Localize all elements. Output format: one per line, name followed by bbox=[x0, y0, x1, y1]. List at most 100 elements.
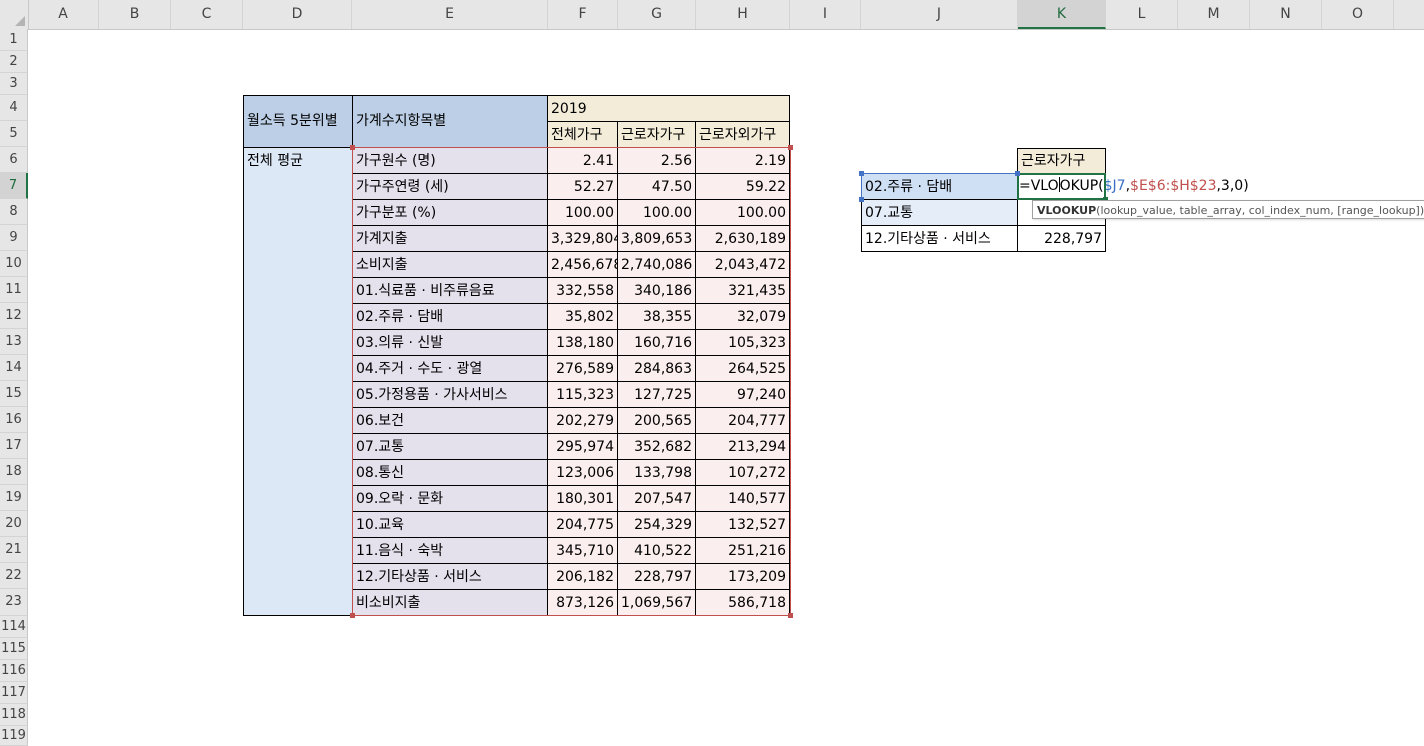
table-cell-value[interactable]: 180,301 bbox=[547, 485, 618, 512]
table-cell-value[interactable]: 200,565 bbox=[617, 407, 696, 434]
table-cell-value[interactable]: 276,589 bbox=[547, 355, 618, 382]
row-header-119[interactable]: 119 bbox=[0, 726, 28, 746]
row-header-114[interactable]: 114 bbox=[0, 616, 28, 638]
row-header-18[interactable]: 18 bbox=[0, 459, 28, 485]
cell-K6-header[interactable]: 근로자가구 bbox=[1017, 148, 1106, 174]
table-cell-value[interactable]: 340,186 bbox=[617, 277, 696, 304]
column-header-J[interactable]: J bbox=[861, 0, 1018, 29]
column-header-F[interactable]: F bbox=[548, 0, 618, 29]
table-cell-value[interactable]: 127,725 bbox=[617, 381, 696, 408]
cell-G5-header[interactable]: 근로자가구 bbox=[617, 121, 696, 148]
row-header-12[interactable]: 12 bbox=[0, 303, 28, 329]
ref-handle-j7-bl[interactable] bbox=[859, 197, 864, 202]
table-cell-value[interactable]: 332,558 bbox=[547, 277, 618, 304]
table-cell-value[interactable]: 228,797 bbox=[617, 563, 696, 590]
row-header-21[interactable]: 21 bbox=[0, 537, 28, 563]
column-header-L[interactable]: L bbox=[1106, 0, 1178, 29]
column-header-D[interactable]: D bbox=[243, 0, 352, 29]
row-header-1[interactable]: 1 bbox=[0, 29, 28, 51]
table-row-label[interactable]: 가구분포 (%) bbox=[352, 199, 548, 226]
table-cell-value[interactable]: 100.00 bbox=[617, 199, 696, 226]
row-header-20[interactable]: 20 bbox=[0, 511, 28, 537]
table-cell-value[interactable]: 3,329,804 bbox=[547, 225, 618, 252]
tooltip-function-name[interactable]: VLOOKUP bbox=[1037, 204, 1096, 217]
column-header-I[interactable]: I bbox=[790, 0, 861, 29]
range-handle-br[interactable] bbox=[788, 613, 793, 618]
table-cell-value[interactable]: 295,974 bbox=[547, 433, 618, 460]
table-row-label[interactable]: 09.오락 · 문화 bbox=[352, 485, 548, 512]
cell-K7-formula-edit[interactable]: =VLOOKUP($J7,$E$6:$H$23,3,0) bbox=[1017, 173, 1249, 200]
row-header-9[interactable]: 9 bbox=[0, 225, 28, 251]
table-cell-value[interactable]: 254,329 bbox=[617, 511, 696, 538]
table-row-label[interactable]: 11.음식 · 숙박 bbox=[352, 537, 548, 564]
table-cell-value[interactable]: 133,798 bbox=[617, 459, 696, 486]
column-header-H[interactable]: H bbox=[696, 0, 790, 29]
table-row-label[interactable]: 07.교통 bbox=[352, 433, 548, 460]
row-header-5[interactable]: 5 bbox=[0, 121, 28, 147]
table-cell-value[interactable]: 3,809,653 bbox=[617, 225, 696, 252]
row-header-17[interactable]: 17 bbox=[0, 433, 28, 459]
table-cell-value[interactable]: 204,775 bbox=[547, 511, 618, 538]
row-header-118[interactable]: 118 bbox=[0, 704, 28, 726]
table-row-label[interactable]: 02.주류 · 담배 bbox=[352, 303, 548, 330]
table-cell-value[interactable]: 2.41 bbox=[547, 147, 618, 174]
table-cell-value[interactable]: 100.00 bbox=[547, 199, 618, 226]
table-cell-value[interactable]: 140,577 bbox=[695, 485, 790, 512]
row-header-4[interactable]: 4 bbox=[0, 95, 28, 121]
table-cell-value[interactable]: 204,777 bbox=[695, 407, 790, 434]
table-row-label[interactable]: 08.통신 bbox=[352, 459, 548, 486]
cell-J8[interactable]: 07.교통 bbox=[861, 199, 1018, 226]
column-header-K[interactable]: K bbox=[1018, 0, 1106, 29]
table-cell-value[interactable]: 352,682 bbox=[617, 433, 696, 460]
cell-K9[interactable]: 228,797 bbox=[1017, 225, 1106, 252]
row-header-10[interactable]: 10 bbox=[0, 251, 28, 277]
row-header-16[interactable]: 16 bbox=[0, 407, 28, 433]
table-cell-value[interactable]: 345,710 bbox=[547, 537, 618, 564]
cell-D4-header[interactable]: 월소득 5분위별 bbox=[243, 95, 353, 148]
function-tooltip[interactable]: VLOOKUP(lookup_value, table_array, col_i… bbox=[1032, 200, 1424, 219]
table-row-label[interactable]: 03.의류 · 신발 bbox=[352, 329, 548, 356]
row-header-2[interactable]: 2 bbox=[0, 51, 28, 73]
table-cell-value[interactable]: 206,182 bbox=[547, 563, 618, 590]
row-header-115[interactable]: 115 bbox=[0, 638, 28, 660]
cell-F4-year[interactable]: 2019 bbox=[547, 95, 790, 122]
cell-J7[interactable]: 02.주류 · 담배 bbox=[861, 173, 1018, 200]
table-cell-value[interactable]: 586,718 bbox=[695, 589, 790, 616]
table-cell-value[interactable]: 207,547 bbox=[617, 485, 696, 512]
column-header-M[interactable]: M bbox=[1178, 0, 1250, 29]
table-cell-value[interactable]: 47.50 bbox=[617, 173, 696, 200]
table-cell-value[interactable]: 138,180 bbox=[547, 329, 618, 356]
table-cell-value[interactable]: 2,043,472 bbox=[695, 251, 790, 278]
table-row-label[interactable]: 가구원수 (명) bbox=[352, 147, 548, 174]
table-row-label[interactable]: 가구주연령 (세) bbox=[352, 173, 548, 200]
table-cell-value[interactable]: 2,740,086 bbox=[617, 251, 696, 278]
table-cell-value[interactable]: 284,863 bbox=[617, 355, 696, 382]
row-header-116[interactable]: 116 bbox=[0, 660, 28, 682]
table-row-label[interactable]: 04.주거 · 수도 · 광열 bbox=[352, 355, 548, 382]
table-cell-value[interactable]: 213,294 bbox=[695, 433, 790, 460]
table-cell-value[interactable]: 52.27 bbox=[547, 173, 618, 200]
table-cell-value[interactable]: 32,079 bbox=[695, 303, 790, 330]
table-cell-value[interactable]: 1,069,567 bbox=[617, 589, 696, 616]
row-header-6[interactable]: 6 bbox=[0, 147, 28, 173]
select-all-corner[interactable] bbox=[0, 0, 29, 29]
table-row-label[interactable]: 가계지출 bbox=[352, 225, 548, 252]
table-cell-value[interactable]: 100.00 bbox=[695, 199, 790, 226]
row-header-23[interactable]: 23 bbox=[0, 589, 28, 616]
table-cell-value[interactable]: 105,323 bbox=[695, 329, 790, 356]
table-cell-value[interactable]: 321,435 bbox=[695, 277, 790, 304]
cell-J9[interactable]: 12.기타상품 · 서비스 bbox=[861, 225, 1018, 252]
range-handle-tl[interactable] bbox=[350, 145, 355, 150]
cell-F5-header[interactable]: 전체가구 bbox=[547, 121, 618, 148]
table-cell-value[interactable]: 160,716 bbox=[617, 329, 696, 356]
column-header-C[interactable]: C bbox=[171, 0, 243, 29]
column-header-E[interactable]: E bbox=[352, 0, 548, 29]
table-row-label[interactable]: 06.보건 bbox=[352, 407, 548, 434]
table-cell-value[interactable]: 2,630,189 bbox=[695, 225, 790, 252]
table-cell-value[interactable]: 2.56 bbox=[617, 147, 696, 174]
cell-D6-group[interactable]: 전체 평균 bbox=[243, 147, 353, 616]
cell-E4-header[interactable]: 가계수지항목별 bbox=[352, 95, 548, 148]
table-row-label[interactable]: 12.기타상품 · 서비스 bbox=[352, 563, 548, 590]
row-header-11[interactable]: 11 bbox=[0, 277, 28, 303]
column-header-N[interactable]: N bbox=[1250, 0, 1322, 29]
